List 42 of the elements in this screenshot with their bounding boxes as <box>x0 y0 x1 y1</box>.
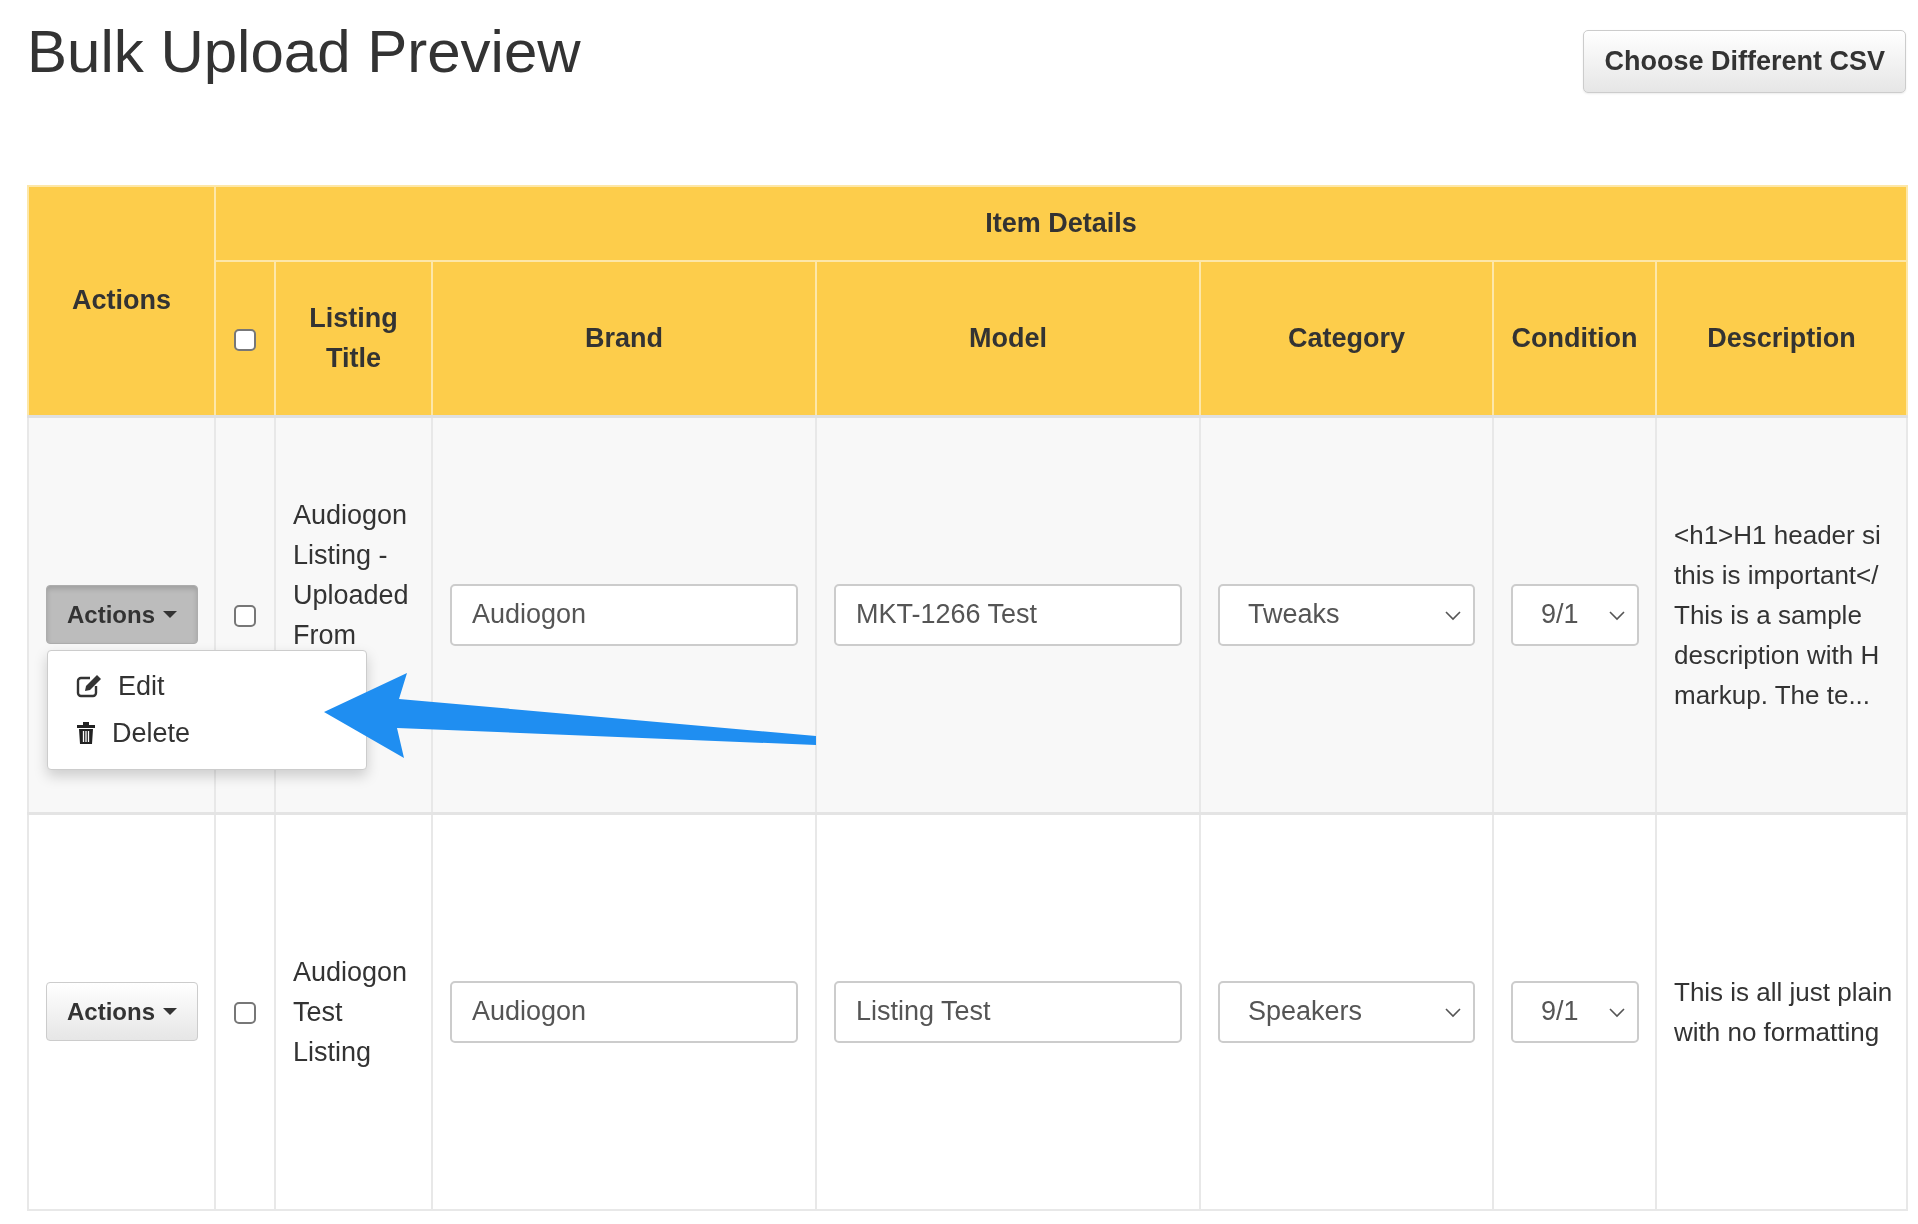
column-header: Listing Title <box>308 302 399 376</box>
condition-select[interactable]: 9/1 <box>1511 583 1639 646</box>
listing-title: Audiogon Test Listing <box>293 956 408 1067</box>
category-select[interactable]: Speakers <box>1218 980 1475 1043</box>
chevron-down-icon <box>1609 1007 1625 1018</box>
chevron-down-icon <box>1445 1007 1461 1018</box>
column-header: Description <box>1707 322 1856 356</box>
column-header: Condition <box>1511 322 1638 356</box>
actions-dropdown-button[interactable]: Actions <box>46 982 198 1042</box>
column-header: Category <box>1288 322 1405 356</box>
row-checkbox[interactable] <box>234 1002 256 1025</box>
group-header: Item Details <box>985 208 1137 238</box>
chevron-down-icon <box>1609 610 1625 621</box>
choose-csv-button[interactable]: Choose Different CSV <box>1583 30 1906 93</box>
chevron-down-icon <box>1445 610 1461 621</box>
description-text: <h1>H1 header si <box>1674 518 1882 552</box>
description-text: with no formatting <box>1674 1015 1881 1049</box>
trash-icon <box>76 721 96 745</box>
description-text: this is important</ <box>1674 558 1880 592</box>
description-text: This is a sample <box>1674 598 1863 632</box>
menu-item[interactable]: Delete <box>48 709 219 757</box>
column-header: Brand <box>585 322 663 356</box>
edit-icon <box>76 674 102 698</box>
description-text: description with H <box>1674 638 1881 672</box>
page-title: Bulk Upload Preview <box>27 17 581 87</box>
category-select[interactable]: Tweaks <box>1218 583 1475 646</box>
model-field[interactable]: MKT-1266 Test <box>834 583 1182 646</box>
listing-title: Audiogon Listing - Uploaded From <box>293 499 409 650</box>
brand-field[interactable]: Audiogon <box>450 980 798 1043</box>
description-text: markup. The te... <box>1674 678 1872 712</box>
select-all-checkbox[interactable] <box>234 328 256 351</box>
actions-dropdown-button[interactable]: Actions <box>46 585 198 644</box>
caret-icon <box>163 1008 177 1016</box>
condition-select[interactable]: 9/1 <box>1511 980 1639 1043</box>
menu-item[interactable]: Edit <box>48 662 193 710</box>
column-header: Actions <box>72 285 171 316</box>
column-header: Model <box>969 322 1047 356</box>
description-text: This is all just plain <box>1674 975 1894 1009</box>
brand-field[interactable]: Audiogon <box>450 583 798 646</box>
model-field[interactable]: Listing Test <box>834 980 1182 1043</box>
caret-icon <box>163 611 177 618</box>
row-checkbox[interactable] <box>234 604 256 627</box>
